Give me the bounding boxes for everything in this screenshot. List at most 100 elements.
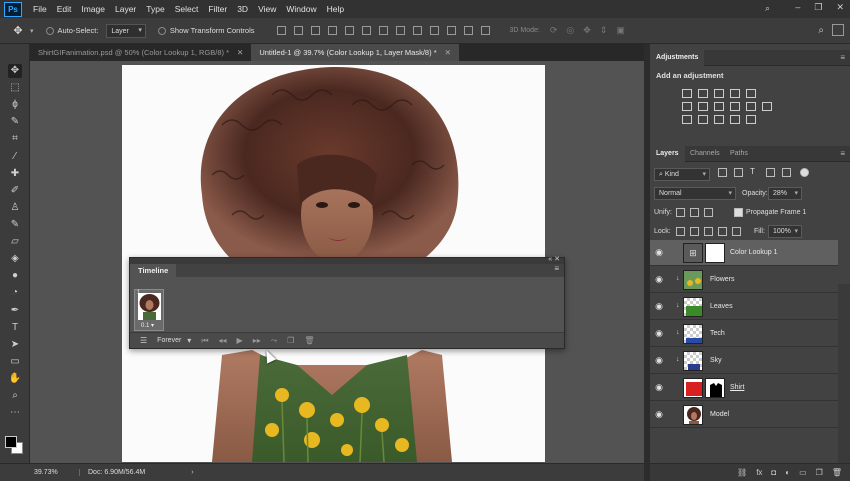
eye-icon[interactable]: ◉ <box>654 301 664 311</box>
distribute-right-icon[interactable] <box>463 26 473 35</box>
chevron-down-icon[interactable]: ▾ <box>187 336 191 345</box>
layer-mask-thumbnail[interactable] <box>705 378 725 398</box>
align-left-icon[interactable] <box>327 26 337 35</box>
distribute-bottom-icon[interactable] <box>412 26 422 35</box>
delete-frame-icon[interactable]: 🗑 <box>304 336 314 345</box>
delete-layer-icon[interactable]: 🗑 <box>832 468 842 477</box>
quick-select-tool-icon[interactable]: ✎ <box>8 115 22 129</box>
align-hcenter-icon[interactable] <box>344 26 354 35</box>
animation-frame[interactable]: 1 0.1 ▾ <box>134 289 164 331</box>
timeline-panel[interactable]: « ✕ Timeline ≡ 1 0.1 ▾ ☰ Forever ▾ ⏮ ◂◂ … <box>129 256 565 349</box>
previous-frame-icon[interactable]: ◂◂ <box>219 336 227 345</box>
distribute-vcenter-icon[interactable] <box>395 26 405 35</box>
new-group-icon[interactable]: ▭ <box>799 468 807 477</box>
blur-tool-icon[interactable]: ● <box>8 269 22 283</box>
menu-window[interactable]: Window <box>281 4 321 14</box>
align-right-icon[interactable] <box>361 26 371 35</box>
layer-sky[interactable]: ◉ ↓ Sky <box>650 348 838 374</box>
paint-bucket-tool-icon[interactable]: ◈ <box>8 252 22 266</box>
path-select-tool-icon[interactable]: ➤ <box>8 338 22 352</box>
eye-icon[interactable]: ◉ <box>654 247 664 257</box>
shape-tool-icon[interactable]: ▭ <box>8 355 22 369</box>
workspace-icon[interactable] <box>832 24 844 36</box>
curves-icon[interactable] <box>714 89 724 98</box>
hue-saturation-icon[interactable] <box>682 102 692 111</box>
add-mask-icon[interactable]: ◘ <box>771 468 776 477</box>
menu-image[interactable]: Image <box>76 4 110 14</box>
auto-select-dropdown[interactable]: Layer <box>106 23 146 38</box>
gradient-map-icon[interactable] <box>730 115 740 124</box>
loop-dropdown[interactable]: Forever <box>157 337 181 344</box>
unify-visibility-icon[interactable] <box>690 208 699 217</box>
align-top-icon[interactable] <box>276 26 286 35</box>
channel-mixer-icon[interactable] <box>746 102 756 111</box>
panel-menu-icon[interactable]: ≡ <box>554 264 559 273</box>
brush-tool-icon[interactable]: ✐ <box>8 184 22 198</box>
timeline-tab[interactable]: Timeline <box>130 264 177 277</box>
link-layers-icon[interactable]: ⛓ <box>737 468 747 477</box>
search-icon[interactable]: ⌕ <box>765 3 770 14</box>
layer-model[interactable]: ◉ Model <box>650 402 838 428</box>
photo-filter-icon[interactable] <box>730 102 740 111</box>
filter-kind-dropdown[interactable]: ⌕ Kind ▾ <box>654 168 710 181</box>
panel-menu-icon[interactable]: ≡ <box>840 149 845 158</box>
eyedropper-tool-icon[interactable]: ⁄ <box>8 150 22 164</box>
convert-to-video-icon[interactable]: ☰ <box>140 336 147 345</box>
auto-select-checkbox[interactable] <box>45 26 54 35</box>
tool-preset-dropdown-icon[interactable]: ▾ <box>30 27 34 35</box>
more-tools-icon[interactable]: ⋯ <box>8 406 22 420</box>
layer-tech[interactable]: ◉ ↓ Tech <box>650 321 838 347</box>
filter-pixel-icon[interactable] <box>718 168 727 177</box>
filter-toggle-icon[interactable] <box>800 168 809 177</box>
unify-position-icon[interactable] <box>676 208 685 217</box>
tab-paths[interactable]: Paths <box>724 146 754 162</box>
menu-3d[interactable]: 3D <box>232 4 253 14</box>
3d-roll-icon[interactable]: ◎ <box>566 25 574 36</box>
layer-style-icon[interactable]: fx <box>756 468 762 477</box>
menu-layer[interactable]: Layer <box>110 4 141 14</box>
3d-drag-icon[interactable]: ✥ <box>583 25 591 36</box>
levels-icon[interactable] <box>698 89 708 98</box>
layer-mask-thumbnail[interactable] <box>705 243 725 263</box>
menu-select[interactable]: Select <box>170 4 204 14</box>
brightness-contrast-icon[interactable] <box>682 89 692 98</box>
clone-stamp-tool-icon[interactable]: ♙ <box>8 201 22 215</box>
opacity-field[interactable]: 28% ▾ <box>768 187 802 200</box>
history-brush-tool-icon[interactable]: ✎ <box>8 218 22 232</box>
hand-tool-icon[interactable]: ✋ <box>8 372 22 386</box>
menu-type[interactable]: Type <box>141 4 169 14</box>
filter-type-icon[interactable]: T <box>750 167 759 176</box>
fill-field[interactable]: 100% ▾ <box>768 225 802 238</box>
black-white-icon[interactable] <box>714 102 724 111</box>
blend-mode-dropdown[interactable]: Normal ▾ <box>654 187 736 200</box>
lock-all-icon[interactable] <box>732 227 741 236</box>
distribute-top-icon[interactable] <box>378 26 388 35</box>
chevron-right-icon[interactable]: › <box>191 469 193 476</box>
3d-scale-icon[interactable]: ▣ <box>616 25 625 36</box>
duplicate-frame-icon[interactable]: ❐ <box>287 336 294 345</box>
panel-menu-icon[interactable]: ≡ <box>840 53 845 62</box>
filter-smart-object-icon[interactable] <box>782 168 791 177</box>
eye-icon[interactable]: ◉ <box>654 274 664 284</box>
tween-icon[interactable]: ⤳ <box>271 336 277 346</box>
auto-align-icon[interactable] <box>480 26 490 35</box>
zoom-tool-icon[interactable]: ⌕ <box>8 389 22 403</box>
frame-delay[interactable]: 0.1 ▾ <box>141 322 154 329</box>
eye-icon[interactable]: ◉ <box>654 409 664 419</box>
next-frame-icon[interactable]: ▸▸ <box>253 336 261 345</box>
menu-filter[interactable]: Filter <box>203 4 232 14</box>
zoom-level[interactable]: 39.73% <box>34 469 80 476</box>
exposure-icon[interactable] <box>730 89 740 98</box>
color-lookup-icon[interactable] <box>762 102 772 111</box>
marquee-tool-icon[interactable]: ⬚ <box>8 81 22 95</box>
layers-scrollbar[interactable] <box>838 284 850 464</box>
new-adjustment-layer-icon[interactable]: ◐ <box>785 468 790 477</box>
tab-untitled-1[interactable]: Untitled-1 @ 39.7% (Color Lookup 1, Laye… <box>251 44 459 61</box>
eye-icon[interactable]: ◉ <box>654 328 664 338</box>
new-layer-icon[interactable]: ❐ <box>816 468 823 477</box>
pen-tool-icon[interactable]: ✒ <box>8 304 22 318</box>
foreground-color-swatch[interactable] <box>5 436 17 448</box>
layer-shirt[interactable]: ◉ Shirt <box>650 375 838 401</box>
menu-help[interactable]: Help <box>322 4 349 14</box>
lasso-tool-icon[interactable]: ϕ <box>8 98 22 112</box>
